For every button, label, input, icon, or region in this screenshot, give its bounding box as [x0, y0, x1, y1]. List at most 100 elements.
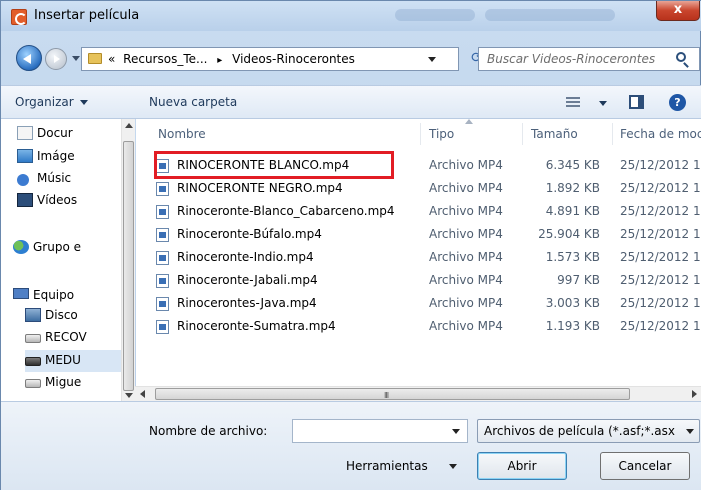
- change-view-icon[interactable]: [566, 97, 580, 107]
- table-row[interactable]: RINOCERONTE NEGRO.mp4 Archivo MP4 1.892 …: [136, 178, 701, 200]
- back-button[interactable]: [16, 45, 42, 71]
- navigation-bar: « Recursos_Te... ▸ Videos-Rinocerontes ⟳…: [1, 41, 701, 77]
- file-date: 25/12/2012 18: [620, 273, 701, 287]
- table-row[interactable]: Rinoceronte-Sumatra.mp4 Archivo MP4 1.19…: [136, 316, 701, 338]
- column-header-type[interactable]: Tipo: [429, 127, 454, 141]
- organize-menu-button[interactable]: Organizar: [15, 95, 88, 109]
- file-date: 25/12/2012 17: [620, 181, 701, 195]
- drive-icon: [25, 334, 41, 343]
- file-type: Archivo MP4: [429, 227, 503, 241]
- drive-icon: [25, 357, 41, 366]
- video-file-icon: [156, 251, 169, 265]
- scroll-down-icon[interactable]: [125, 393, 133, 398]
- folder-icon: [88, 53, 102, 64]
- search-icon[interactable]: [676, 52, 686, 62]
- table-row[interactable]: Rinoceronte-Jabali.mp4 Archivo MP4 997 K…: [136, 270, 701, 292]
- column-header-name[interactable]: Nombre: [158, 127, 206, 141]
- scroll-up-icon[interactable]: [125, 123, 133, 128]
- nav-item-label: Imáge: [37, 149, 75, 163]
- file-size: 4.891 KB: [545, 204, 600, 218]
- nav-item-miguel-drive[interactable]: Migue: [25, 372, 135, 394]
- breadcrumb-separator-icon[interactable]: ▸: [217, 55, 222, 66]
- video-file-icon: [156, 274, 169, 288]
- nav-item-label: Disco: [45, 308, 78, 322]
- column-header-date[interactable]: Fecha de moc: [620, 127, 701, 141]
- nav-scroll-thumb[interactable]: [123, 141, 134, 391]
- file-name: Rinoceronte-Jabali.mp4: [177, 273, 318, 287]
- nav-item-pictures[interactable]: Imáge: [17, 146, 135, 168]
- preview-pane-icon[interactable]: [629, 95, 644, 109]
- nav-item-label: RECOV: [45, 330, 87, 344]
- breadcrumb-parent[interactable]: Recursos_Te...: [123, 52, 207, 66]
- tools-menu-button[interactable]: Herramientas: [346, 459, 428, 473]
- nav-item-label: Migue: [45, 375, 82, 389]
- nav-item-documents[interactable]: Docur: [17, 123, 135, 145]
- scroll-grip: III: [384, 391, 389, 400]
- help-icon[interactable]: ?: [669, 94, 686, 111]
- window-title: Insertar película: [34, 8, 140, 23]
- address-bar[interactable]: « Recursos_Te... ▸ Videos-Rinocerontes: [81, 47, 459, 71]
- table-row[interactable]: Rinoceronte-Indio.mp4 Archivo MP4 1.573 …: [136, 247, 701, 269]
- filter-value: Archivos de película (*.asf;*.asx: [484, 424, 676, 438]
- file-type-filter-select[interactable]: Archivos de película (*.asf;*.asx: [477, 419, 700, 443]
- chevron-down-icon: [79, 100, 88, 105]
- column-header-size[interactable]: Tamaño: [531, 127, 578, 141]
- file-date: 25/12/2012 17: [620, 204, 701, 218]
- forward-button[interactable]: [45, 48, 67, 70]
- table-row[interactable]: Rinocerontes-Java.mp4 Archivo MP4 3.003 …: [136, 293, 701, 315]
- file-size: 997 KB: [557, 273, 600, 287]
- nav-item-label: Grupo e: [33, 240, 81, 254]
- table-row[interactable]: Rinoceronte-Blanco_Cabarceno.mp4 Archivo…: [136, 201, 701, 223]
- organize-label: Organizar: [15, 95, 74, 109]
- nav-item-homegroup[interactable]: Grupo e: [13, 237, 133, 259]
- nav-item-music[interactable]: Músic: [17, 168, 135, 190]
- file-name: Rinoceronte-Búfalo.mp4: [177, 227, 322, 241]
- column-divider[interactable]: [420, 123, 421, 145]
- file-list-hscrollbar[interactable]: III: [135, 386, 701, 401]
- sort-ascending-icon: [465, 119, 473, 124]
- videos-icon: [17, 193, 33, 207]
- column-divider[interactable]: [522, 123, 523, 145]
- nav-pane-scrollbar[interactable]: [121, 119, 135, 401]
- view-options-chevron-icon[interactable]: [599, 101, 607, 106]
- breadcrumb-current[interactable]: Videos-Rinocerontes: [232, 52, 355, 66]
- table-row[interactable]: Rinoceronte-Búfalo.mp4 Archivo MP4 25.90…: [136, 224, 701, 246]
- open-button[interactable]: Abrir: [477, 452, 567, 480]
- video-file-icon: [156, 320, 169, 334]
- powerpoint-app-icon: [11, 9, 27, 25]
- file-size: 3.003 KB: [545, 296, 600, 310]
- column-divider[interactable]: [612, 123, 613, 145]
- recent-pages-dropdown-icon[interactable]: [72, 56, 80, 61]
- hscroll-thumb[interactable]: III: [155, 388, 630, 400]
- tools-chevron-down-icon[interactable]: [449, 464, 457, 469]
- cancel-button[interactable]: Cancelar: [600, 452, 690, 480]
- filename-dropdown-icon[interactable]: [452, 429, 460, 434]
- file-type: Archivo MP4: [429, 250, 503, 264]
- breadcrumb-overflow[interactable]: «: [108, 52, 115, 66]
- nav-item-label: Vídeos: [37, 193, 78, 207]
- nav-item-videos[interactable]: Vídeos: [17, 190, 135, 212]
- file-size: 1.573 KB: [545, 250, 600, 264]
- file-size: 25.904 KB: [538, 227, 600, 241]
- file-date: 25/12/2012 17: [620, 296, 701, 310]
- disk-icon: [25, 308, 41, 322]
- nav-item-computer[interactable]: Equipo: [13, 285, 133, 307]
- file-type: Archivo MP4: [429, 181, 503, 195]
- filename-input[interactable]: [292, 419, 468, 443]
- address-dropdown-icon[interactable]: [428, 57, 436, 62]
- file-type: Archivo MP4: [429, 296, 503, 310]
- nav-item-local-disk[interactable]: Disco: [25, 305, 135, 327]
- search-input[interactable]: Buscar Videos-Rinocerontes: [478, 47, 700, 71]
- insert-movie-dialog: Insertar película x « Recursos_Te... ▸ V…: [0, 0, 701, 490]
- nav-item-medu-drive[interactable]: MEDU: [25, 350, 121, 372]
- nav-item-label: Músic: [37, 171, 72, 185]
- title-bar: Insertar película x: [1, 1, 701, 31]
- background-title-blur: [395, 9, 475, 21]
- nav-item-recovery-drive[interactable]: RECOV: [25, 327, 135, 349]
- close-button[interactable]: x: [656, 1, 700, 21]
- file-size: 6.345 KB: [545, 158, 600, 172]
- scroll-right-icon[interactable]: [692, 390, 697, 398]
- new-folder-button[interactable]: Nueva carpeta: [149, 95, 237, 109]
- scroll-left-icon[interactable]: [140, 390, 145, 398]
- video-file-icon: [156, 205, 169, 219]
